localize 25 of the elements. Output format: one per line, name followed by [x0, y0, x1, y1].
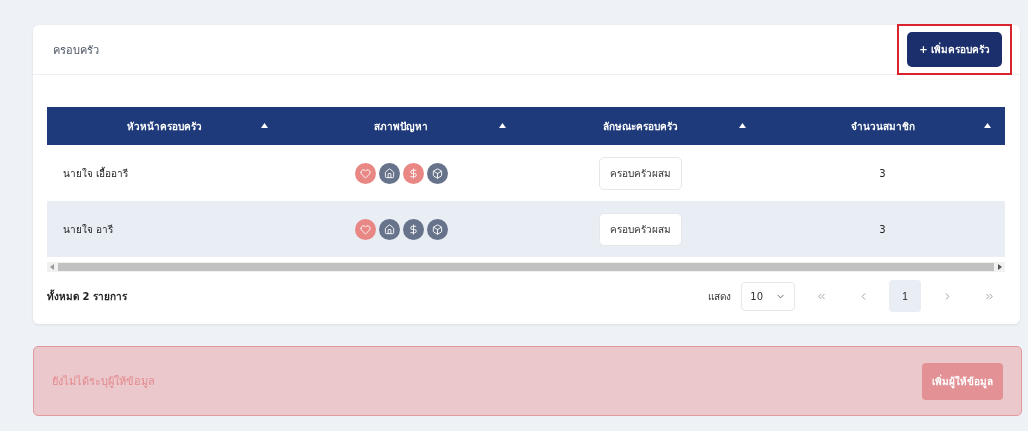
- column-header[interactable]: หัวหน้าครอบครัว: [47, 107, 282, 145]
- total-count: ทั้งหมด 2 รายการ: [47, 288, 127, 304]
- column-header[interactable]: จำนวนสมาชิก: [760, 107, 1005, 145]
- family-type-tag: ครอบครัวผสม: [598, 212, 682, 246]
- scrollbar-thumb[interactable]: [58, 263, 994, 271]
- scroll-right-icon[interactable]: [998, 264, 1002, 270]
- scroll-left-icon[interactable]: [50, 264, 54, 270]
- table-cell: 3: [879, 223, 886, 235]
- family-type-tag: ครอบครัวผสม: [598, 156, 682, 190]
- sort-icon: [984, 123, 991, 128]
- page-size-select[interactable]: 10: [741, 281, 795, 311]
- column-header[interactable]: ลักษณะครอบครัว: [520, 107, 760, 145]
- column-header[interactable]: สภาพปัญหา: [282, 107, 520, 145]
- show-label: แสดง: [708, 289, 732, 304]
- sort-icon: [261, 123, 268, 128]
- page-button[interactable]: 1: [889, 280, 921, 312]
- table-cell: นายใจ เอื้ออารี: [63, 165, 129, 181]
- sort-icon: [499, 123, 506, 128]
- table-cell-text: นายใจ อารี: [63, 222, 114, 237]
- add-family-button[interactable]: + เพิ่มครอบครัว: [907, 32, 1002, 67]
- sort-icon: [739, 123, 746, 128]
- scrollbar[interactable]: [47, 262, 1005, 272]
- card-title: ครอบครัว: [53, 42, 99, 59]
- table-cell: 3: [879, 167, 886, 179]
- warning-message: ยังไม่ได้ระบุผู้ให้ข้อมูล: [52, 374, 155, 390]
